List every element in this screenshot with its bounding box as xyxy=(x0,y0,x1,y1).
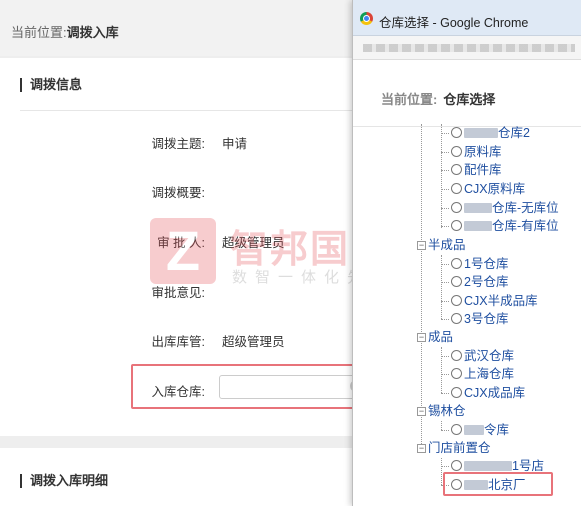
approver-value: 超级管理员 xyxy=(222,236,285,250)
radio-icon[interactable] xyxy=(451,350,462,361)
radio-icon[interactable] xyxy=(451,220,462,231)
tree-item-label: 武汉仓库 xyxy=(464,349,515,363)
collapse-icon[interactable]: − xyxy=(417,241,426,250)
tree-item-warehouse[interactable]: 3号仓库 xyxy=(451,310,508,328)
tree-item-label: 2号仓库 xyxy=(464,275,509,289)
breadcrumb-prefix: 当前位置: xyxy=(11,25,67,40)
warehouse-tree: 仓库2 原料库 配件库 CJX原料库 仓库-无库位 仓库-有库位 − 半成品 1号… xyxy=(353,0,581,506)
tree-item-label: 仓库-无库位 xyxy=(492,201,559,215)
tree-item-warehouse[interactable]: 仓库-无库位 xyxy=(451,199,559,217)
collapse-icon[interactable]: − xyxy=(417,407,426,416)
tree-item-warehouse[interactable]: CJX半成品库 xyxy=(451,292,538,310)
outbound-keeper-label: 出库库管: xyxy=(151,335,205,349)
radio-icon[interactable] xyxy=(451,183,462,194)
blurred-text xyxy=(464,128,498,138)
tree-connector xyxy=(441,133,449,134)
tree-item-label: CJX半成品库 xyxy=(464,294,538,308)
radio-icon[interactable] xyxy=(451,258,462,269)
radio-icon[interactable] xyxy=(451,424,462,435)
tree-item-label: 上海仓库 xyxy=(464,367,515,381)
tree-connector xyxy=(441,282,449,283)
collapse-icon[interactable]: − xyxy=(417,444,426,453)
tree-connector xyxy=(441,124,442,228)
radio-icon[interactable] xyxy=(451,164,462,175)
tree-group-label: 门店前置仓 xyxy=(428,441,491,455)
tree-group-xilin[interactable]: − 锡林仓 xyxy=(417,402,466,420)
tree-item-warehouse[interactable]: 原料库 xyxy=(451,143,502,161)
tree-item-label: 原料库 xyxy=(464,145,502,159)
tree-item-label: 令库 xyxy=(484,423,510,437)
tree-connector xyxy=(421,124,422,444)
summary-label: 调拨概要: xyxy=(151,186,205,200)
tree-connector xyxy=(441,189,449,190)
tree-item-warehouse[interactable]: 令库 xyxy=(451,421,509,439)
radio-icon[interactable] xyxy=(451,127,462,138)
tree-group-label: 锡林仓 xyxy=(428,404,466,418)
radio-icon[interactable] xyxy=(451,295,462,306)
radio-icon[interactable] xyxy=(451,276,462,287)
radio-icon[interactable] xyxy=(451,387,462,398)
tree-group-label: 半成品 xyxy=(428,238,466,252)
collapse-icon[interactable]: − xyxy=(417,333,426,342)
tree-connector xyxy=(441,319,449,320)
blurred-text xyxy=(464,461,512,471)
tree-item-label: 3号仓库 xyxy=(464,312,509,326)
subject-label: 调拨主题: xyxy=(151,137,205,151)
tree-item-label: 仓库-有库位 xyxy=(492,219,559,233)
tree-item-warehouse[interactable]: 2号仓库 xyxy=(451,273,508,291)
breadcrumb-current: 调拨入库 xyxy=(66,25,119,40)
tree-connector xyxy=(441,226,449,227)
tree-item-warehouse[interactable]: 配件库 xyxy=(451,161,502,179)
warehouse-select-window: 仓库选择 - Google Chrome 当前位置: 仓库选择 仓库2 原料库 配… xyxy=(352,0,581,506)
section-title-transfer-info: 调拨信息 xyxy=(20,78,82,92)
tree-connector xyxy=(441,430,449,431)
tree-item-label: 仓库2 xyxy=(498,126,530,140)
highlight-box-tree-item xyxy=(443,472,553,496)
tree-item-label: 1号仓库 xyxy=(464,257,509,271)
tree-connector xyxy=(441,356,449,357)
approval-opinion-label: 审批意见: xyxy=(151,286,205,300)
radio-icon[interactable] xyxy=(451,313,462,324)
tree-connector xyxy=(441,421,442,430)
tree-item-warehouse[interactable]: 仓库2 xyxy=(451,124,530,142)
radio-icon[interactable] xyxy=(451,202,462,213)
radio-icon[interactable] xyxy=(451,368,462,379)
tree-item-label: 配件库 xyxy=(464,163,502,177)
outbound-keeper-value: 超级管理员 xyxy=(222,335,285,349)
tree-item-label: 1号店 xyxy=(512,459,544,473)
tree-connector xyxy=(441,347,442,393)
subject-value: 申请 xyxy=(222,137,248,151)
tree-connector xyxy=(441,208,449,209)
section-title-transfer-detail: 调拨入库明细 xyxy=(20,474,108,488)
tree-item-label: CJX原料库 xyxy=(464,182,526,196)
tree-group-semi-finished[interactable]: − 半成品 xyxy=(417,236,466,254)
tree-connector xyxy=(441,170,449,171)
radio-icon[interactable] xyxy=(451,460,462,471)
tree-item-warehouse[interactable]: 1号仓库 xyxy=(451,255,508,273)
tree-group-label: 成品 xyxy=(428,330,454,344)
tree-item-warehouse[interactable]: CJX原料库 xyxy=(451,180,525,198)
tree-item-warehouse[interactable]: 武汉仓库 xyxy=(451,347,514,365)
tree-item-warehouse[interactable]: 仓库-有库位 xyxy=(451,217,559,235)
tree-connector xyxy=(441,466,449,467)
tree-connector xyxy=(441,301,449,302)
tree-connector xyxy=(441,264,449,265)
tree-item-label: CJX成品库 xyxy=(464,386,526,400)
radio-icon[interactable] xyxy=(451,146,462,157)
tree-group-finished[interactable]: − 成品 xyxy=(417,328,453,346)
tree-connector xyxy=(441,393,449,394)
approver-label: 审 批 人: xyxy=(157,236,205,250)
blurred-text xyxy=(464,425,484,435)
tree-connector xyxy=(441,152,449,153)
tree-item-warehouse[interactable]: 上海仓库 xyxy=(451,365,514,383)
highlight-box-warehouse-field xyxy=(131,364,383,409)
tree-connector xyxy=(441,458,442,485)
blurred-text xyxy=(464,203,492,213)
blurred-text xyxy=(464,221,492,231)
tree-item-warehouse[interactable]: CJX成品库 xyxy=(451,384,525,402)
tree-connector xyxy=(441,374,449,375)
tree-group-store-front[interactable]: − 门店前置仓 xyxy=(417,439,491,457)
transfer-inbound-page: 当前位置:调拨入库 调拨信息 调拨主题: 申请 调拨概要: 审 批 人: 超级管… xyxy=(0,0,581,506)
